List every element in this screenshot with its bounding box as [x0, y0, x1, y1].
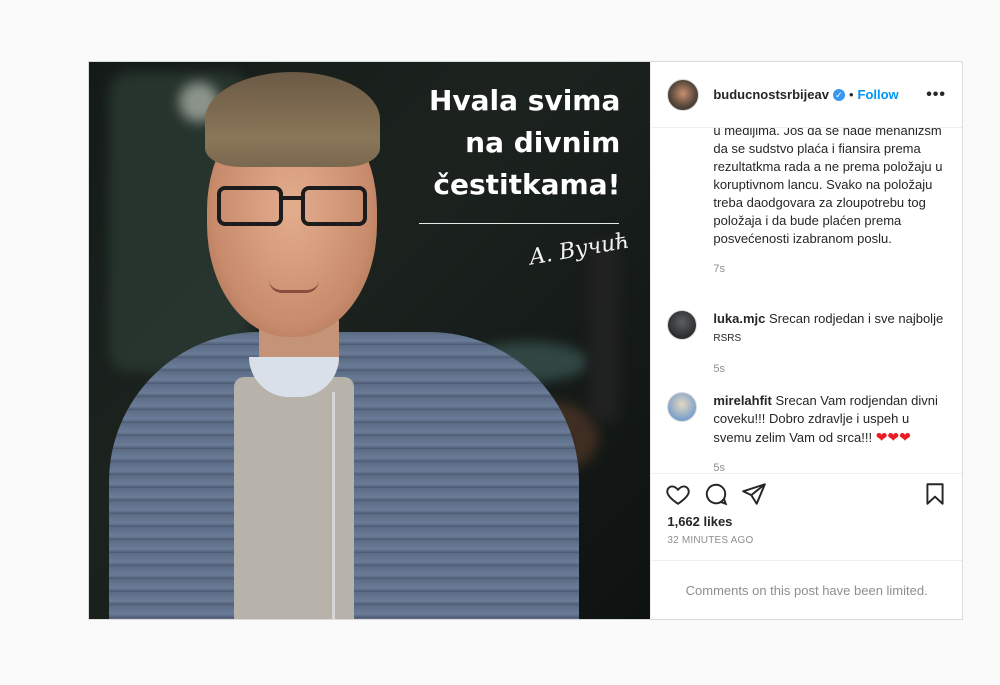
caption-text: u medijima. Još da se nađe mehanizsm da … — [713, 128, 943, 246]
image-overlay-text: Hvala svima na divnim čestitkama! — [429, 80, 620, 206]
follow-button[interactable]: Follow — [858, 87, 899, 102]
post-sidebar: buducnostsrbijeav ✓ • Follow ••• u medij… — [650, 62, 962, 619]
person-hair — [205, 72, 380, 167]
heart-icon[interactable] — [665, 481, 691, 507]
post-header: buducnostsrbijeav ✓ • Follow ••• — [651, 62, 962, 128]
caption: u medijima. Još da se nađe mehanizsm da … — [713, 128, 948, 278]
bookmark-icon[interactable] — [922, 481, 948, 507]
overlay-line-2: na divnim — [465, 126, 621, 159]
comment-time[interactable]: 5s — [713, 459, 947, 473]
overlay-line-1: Hvala svima — [428, 84, 621, 117]
separator-dot: • — [848, 87, 854, 102]
verified-badge-icon: ✓ — [832, 88, 845, 101]
action-bar — [651, 474, 962, 514]
username[interactable]: buducnostsrbijeav — [713, 87, 829, 102]
likes-count[interactable]: 1,662 likes — [651, 514, 962, 529]
list-item: mirelahfit Srecan Vam rodjendan divni co… — [667, 392, 947, 473]
avatar[interactable] — [667, 78, 700, 111]
overlay-line-3: čestitkama! — [433, 168, 621, 201]
comments-list[interactable]: u medijima. Još da se nađe mehanizsm da … — [651, 128, 962, 474]
comment-icon[interactable] — [703, 481, 729, 507]
avatar[interactable] — [667, 310, 698, 340]
comment-suffix: RSRS — [713, 333, 742, 344]
person-sweater — [234, 377, 354, 619]
background-pillar — [589, 242, 619, 422]
comments-limited-notice: Comments on this post have been limited. — [651, 560, 962, 619]
more-options-icon[interactable]: ••• — [926, 86, 946, 104]
comment-text: Srecan rodjedan i sve najbolje — [769, 311, 944, 326]
instagram-post: Hvala svima na divnim čestitkama! A. Вуч… — [88, 61, 963, 620]
heart-emoji-icon: ❤❤❤ — [875, 429, 911, 445]
comment-username[interactable]: mirelahfit — [713, 393, 772, 408]
list-item: luka.mjc Srecan rodjedan i sve najbolje … — [667, 310, 947, 378]
person-glasses — [217, 186, 367, 230]
caption-time[interactable]: 7s — [713, 260, 948, 278]
comment-time[interactable]: 5s — [713, 360, 947, 378]
comment-username[interactable]: luka.mjc — [713, 311, 765, 326]
overlay-divider — [419, 223, 619, 224]
jacket-zipper — [332, 392, 335, 619]
post-image[interactable]: Hvala svima na divnim čestitkama! A. Вуч… — [89, 62, 651, 619]
share-icon[interactable] — [741, 481, 767, 507]
avatar[interactable] — [667, 392, 698, 422]
person-mouth — [269, 280, 319, 293]
post-timestamp[interactable]: 32 MINUTES AGO — [651, 529, 962, 560]
